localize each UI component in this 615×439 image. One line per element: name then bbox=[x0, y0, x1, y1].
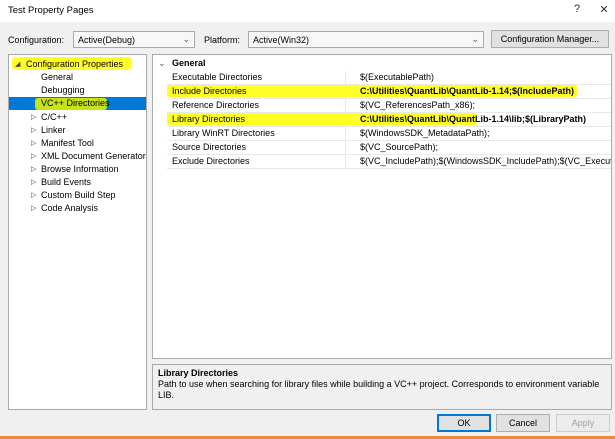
platform-select[interactable]: Active(Win32) ⌄ bbox=[248, 31, 484, 48]
tree-item-general[interactable]: General bbox=[9, 71, 146, 84]
configuration-value: Active(Debug) bbox=[78, 35, 136, 45]
tree-item-debugging[interactable]: Debugging bbox=[9, 84, 146, 97]
collapsed-triangle-icon: ▷ bbox=[31, 179, 37, 186]
collapsed-triangle-icon: ▷ bbox=[31, 166, 37, 173]
configuration-manager-button[interactable]: Configuration Manager... bbox=[491, 30, 609, 48]
apply-button[interactable]: Apply bbox=[556, 414, 610, 432]
section-general[interactable]: ⌄ General bbox=[153, 57, 611, 71]
grid-row[interactable]: Source Directories $(VC_SourcePath); bbox=[167, 141, 611, 155]
tree-item-manifest-tool[interactable]: ▷ Manifest Tool bbox=[9, 137, 146, 150]
chevron-down-icon: ⌄ bbox=[471, 34, 479, 44]
configuration-label: Configuration: bbox=[8, 35, 65, 45]
tree-item-code-analysis[interactable]: ▷ Code Analysis bbox=[9, 202, 146, 215]
property-tree[interactable]: ◢ Configuration Properties General Debugg… bbox=[8, 54, 147, 410]
tree-item-build-events[interactable]: ▷ Build Events bbox=[9, 176, 146, 189]
tree-item-browse-information[interactable]: ▷ Browse Information bbox=[9, 163, 146, 176]
collapsed-triangle-icon: ▷ bbox=[31, 192, 37, 199]
ok-button[interactable]: OK bbox=[437, 414, 491, 432]
tree-item-xml-document-generator[interactable]: ▷ XML Document Generator bbox=[9, 150, 146, 163]
collapsed-triangle-icon: ▷ bbox=[31, 153, 37, 160]
help-icon[interactable]: ? bbox=[569, 3, 585, 15]
tree-item-custom-build-step[interactable]: ▷ Custom Build Step bbox=[9, 189, 146, 202]
description-title: Library Directories bbox=[158, 368, 239, 378]
grid-row[interactable]: Library Directories C:\Utilities\QuantLib… bbox=[167, 113, 611, 127]
collapsed-triangle-icon: ▷ bbox=[31, 140, 37, 147]
cancel-button[interactable]: Cancel bbox=[496, 414, 550, 432]
expanded-triangle-icon: ◢ bbox=[15, 61, 21, 68]
platform-label: Platform: bbox=[204, 35, 241, 45]
tree-item-c-cpp[interactable]: ▷ C/C++ bbox=[9, 111, 146, 124]
grid-row[interactable]: Executable Directories $(ExecutablePath) bbox=[167, 71, 611, 85]
collapsed-triangle-icon: ▷ bbox=[31, 127, 37, 134]
grid-row[interactable]: Exclude Directories $(VC_IncludePath);$(W… bbox=[167, 155, 611, 169]
close-icon[interactable]: ✕ bbox=[596, 3, 612, 16]
property-grid[interactable]: ⌄ General Executable Directories $(Executa… bbox=[152, 54, 612, 359]
collapsed-triangle-icon: ▷ bbox=[31, 114, 37, 121]
platform-value: Active(Win32) bbox=[253, 35, 310, 45]
tree-item-configuration-properties[interactable]: ◢ Configuration Properties bbox=[9, 58, 146, 71]
chevron-down-icon: ⌄ bbox=[158, 58, 166, 68]
grid-row[interactable]: Include Directories C:\Utilities\QuantLib… bbox=[167, 85, 611, 99]
description-text: Path to use when searching for library f… bbox=[158, 379, 600, 400]
chevron-down-icon: ⌄ bbox=[182, 34, 190, 44]
description-panel: Library Directories Path to use when sea… bbox=[152, 364, 612, 410]
tree-item-vc-directories[interactable]: VC++ Directories bbox=[9, 97, 146, 110]
tree-item-linker[interactable]: ▷ Linker bbox=[9, 124, 146, 137]
collapsed-triangle-icon: ▷ bbox=[31, 205, 37, 212]
window-title: Test Property Pages bbox=[8, 5, 94, 16]
grid-row[interactable]: Reference Directories $(VC_ReferencesPath… bbox=[167, 99, 611, 113]
grid-row[interactable]: Library WinRT Directories $(WindowsSDK_Me… bbox=[167, 127, 611, 141]
configuration-select[interactable]: Active(Debug) ⌄ bbox=[73, 31, 195, 48]
